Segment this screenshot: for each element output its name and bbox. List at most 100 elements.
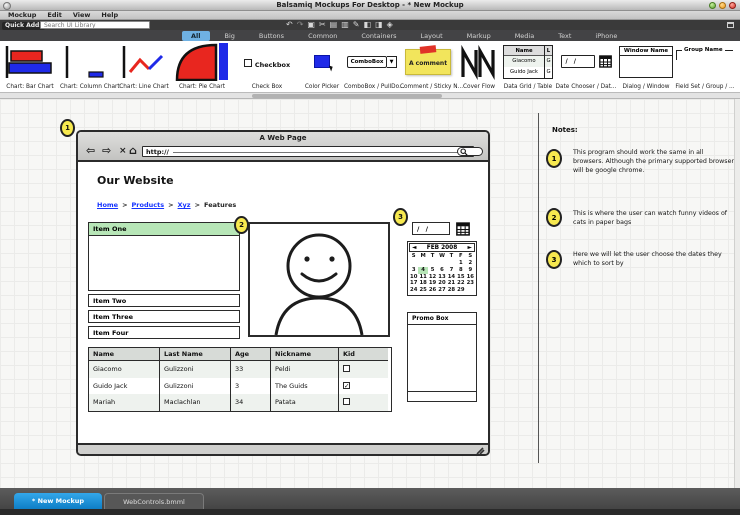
back-icon[interactable]: ⇦ xyxy=(86,144,95,158)
tab-big[interactable]: Big xyxy=(216,31,244,41)
browser-status-bar xyxy=(78,443,488,454)
cut-icon[interactable]: ✂ xyxy=(319,20,326,30)
image-placeholder-widget[interactable] xyxy=(248,222,390,337)
tab-common[interactable]: Common xyxy=(299,31,346,41)
tab-containers[interactable]: Containers xyxy=(352,31,405,41)
library-item-dialog[interactable]: Window Name Dialog / Window xyxy=(618,41,674,92)
breadcrumb-link-products[interactable]: Products xyxy=(132,201,165,209)
calendar-week-2[interactable]: 3456789 xyxy=(409,267,475,274)
tab-layout[interactable]: Layout xyxy=(412,31,452,41)
note-text-2: This is where the user can watch funny v… xyxy=(573,209,735,227)
tab-all[interactable]: All xyxy=(182,31,210,41)
table-row[interactable]: Guido Jack Gulizzoni 3 The Guids ✓ xyxy=(89,378,391,394)
checkbox-icon xyxy=(244,59,252,67)
accordion-item-four[interactable]: Item Four xyxy=(88,326,240,339)
table-row[interactable]: Mariah Maclachlan 34 Patata xyxy=(89,394,391,411)
callout-3[interactable]: 3 xyxy=(393,208,408,226)
separator-line-widget[interactable] xyxy=(538,113,539,463)
calendar-prev-icon[interactable]: ◄ xyxy=(412,245,416,251)
date-input-widget[interactable]: / / xyxy=(412,222,450,235)
edit-icon[interactable]: ✎ xyxy=(353,20,360,30)
note-callout-2[interactable]: 2 xyxy=(546,208,562,227)
dialog-thumb: Window Name xyxy=(619,46,673,78)
bottom-strip xyxy=(0,509,740,515)
tab-markup[interactable]: Markup xyxy=(458,31,500,41)
accordion-item-one[interactable]: Item One xyxy=(89,223,239,236)
search-ui-library-input[interactable] xyxy=(40,21,150,29)
library-item-check-box[interactable]: Checkbox Check Box xyxy=(234,41,300,92)
browser-search-field[interactable] xyxy=(457,147,483,156)
browser-window-widget[interactable]: A Web Page ⇦ ⇨ × ⌂ http:// xyxy=(76,130,490,456)
library-item-field-set[interactable]: Group Name Field Set / Group / ... xyxy=(674,41,736,92)
redo-icon[interactable]: ↷ xyxy=(297,20,304,30)
library-item-line-chart[interactable]: Chart: Line Chart xyxy=(118,41,170,92)
mockup-canvas[interactable]: 1 2 3 A Web Page ⇦ ⇨ × ⌂ http:// xyxy=(0,99,740,488)
resize-grip-icon[interactable] xyxy=(475,446,485,455)
close-button[interactable] xyxy=(729,2,736,9)
calendar-widget[interactable]: ◄ FEB 2008 ► SMTWTFS 12 3456789 10111213 xyxy=(407,241,477,296)
calendar-week-4[interactable]: 17181920212223 xyxy=(409,280,475,287)
library-item-pie-chart[interactable]: Chart: Pie Chart xyxy=(170,41,234,92)
kid-checkbox[interactable] xyxy=(343,365,350,372)
breadcrumb-link-xyz[interactable]: Xyz xyxy=(178,201,191,209)
accordion-widget[interactable]: Item One Item Two Item Three Item Four xyxy=(88,222,240,339)
library-item-combobox[interactable]: ComboBox ▼ ComboBox / PullDo... xyxy=(344,41,400,92)
fullscreen-icon[interactable] xyxy=(727,22,734,28)
toolbar: ↶ ↷ ▣ ✂ ▤ ▥ ✎ ◧ ◨ ◈ xyxy=(286,20,393,30)
bring-forward-icon[interactable]: ◧ xyxy=(364,20,372,30)
quick-add-label: Quick Add: xyxy=(2,22,45,30)
tab-text[interactable]: Text xyxy=(549,31,580,41)
tab-webcontrols[interactable]: WebControls.bmml xyxy=(104,493,204,509)
menu-help[interactable]: Help xyxy=(101,11,118,19)
maximize-button[interactable] xyxy=(709,2,716,9)
home-icon[interactable]: ⌂ xyxy=(129,144,137,158)
forward-icon[interactable]: ⇨ xyxy=(102,144,111,158)
url-field[interactable]: http:// xyxy=(142,146,474,157)
calendar-week-5[interactable]: 242526272829 xyxy=(409,287,475,294)
stop-icon[interactable]: × xyxy=(119,144,127,158)
duplicate-icon[interactable]: ▣ xyxy=(307,20,315,30)
library-item-column-chart[interactable]: Chart: Column Chart xyxy=(60,41,118,92)
calendar-week-3[interactable]: 10111213141516 xyxy=(409,274,475,281)
tab-buttons[interactable]: Buttons xyxy=(250,31,293,41)
promo-box-widget[interactable]: Promo Box xyxy=(407,312,477,402)
menu-edit[interactable]: Edit xyxy=(47,11,61,19)
library-item-cover-flow[interactable]: Cover Flow xyxy=(456,41,502,92)
library-item-video[interactable]: Vide xyxy=(736,41,740,92)
minimize-button[interactable] xyxy=(719,2,726,9)
callout-1[interactable]: 1 xyxy=(60,119,75,137)
tab-media[interactable]: Media xyxy=(506,31,544,41)
date-picker-button[interactable] xyxy=(456,222,470,236)
breadcrumb-link-home[interactable]: Home xyxy=(97,201,118,209)
tab-new-mockup[interactable]: * New Mockup xyxy=(14,493,102,509)
menu-view[interactable]: View xyxy=(73,11,91,19)
lock-icon[interactable]: ◈ xyxy=(387,20,393,30)
calendar-week-1[interactable]: 12 xyxy=(409,260,475,267)
kid-checkbox[interactable]: ✓ xyxy=(343,382,350,389)
paste-icon[interactable]: ▥ xyxy=(341,20,349,30)
send-backward-icon[interactable]: ◨ xyxy=(375,20,383,30)
accordion-item-two[interactable]: Item Two xyxy=(88,294,240,307)
undo-icon[interactable]: ↶ xyxy=(286,20,293,30)
data-table-widget[interactable]: Name Last Name Age Nickname Kid Giacomo … xyxy=(88,347,392,412)
note-callout-1[interactable]: 1 xyxy=(546,149,562,168)
library-item-comment[interactable]: A comment Comment / Sticky N... xyxy=(400,41,456,92)
tab-iphone[interactable]: iPhone xyxy=(586,31,626,41)
library-item-date-chooser[interactable]: / / Date Chooser / Dat... xyxy=(554,41,618,92)
table-row[interactable]: Giacomo Gulizzoni 33 Peldi xyxy=(89,361,391,378)
menu-mockup[interactable]: Mockup xyxy=(8,11,36,19)
app-icon[interactable] xyxy=(3,2,11,10)
calendar-next-icon[interactable]: ► xyxy=(468,245,472,251)
library-item-data-grid[interactable]: Name Giacomo Guido Jack L G G Data Grid … xyxy=(502,41,554,92)
note-callout-3[interactable]: 3 xyxy=(546,250,562,269)
library-item-bar-chart[interactable]: Chart: Bar Chart xyxy=(0,41,60,92)
copy-icon[interactable]: ▤ xyxy=(330,20,338,30)
line-chart-thumb xyxy=(121,44,167,80)
calendar-selected-day: 4 xyxy=(418,267,427,274)
callout-2[interactable]: 2 xyxy=(234,216,249,234)
library-scrollbar-handle[interactable] xyxy=(252,94,442,98)
library-item-color-picker[interactable]: Color Picker xyxy=(300,41,344,92)
canvas-vertical-scrollbar[interactable] xyxy=(734,99,740,488)
kid-checkbox[interactable] xyxy=(343,398,350,405)
accordion-item-three[interactable]: Item Three xyxy=(88,310,240,323)
